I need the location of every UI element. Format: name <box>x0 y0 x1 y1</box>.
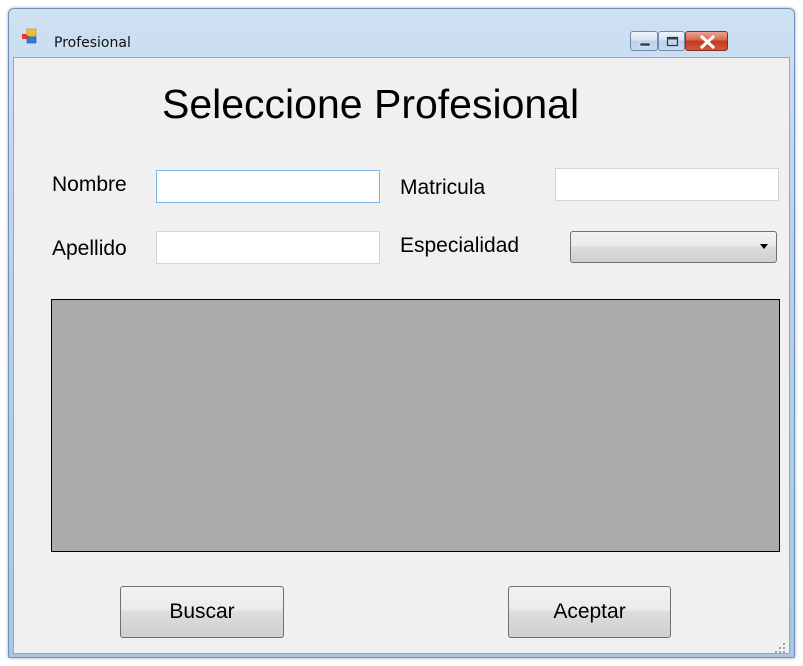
buscar-button[interactable]: Buscar <box>120 586 284 638</box>
close-button[interactable] <box>685 31 728 51</box>
maximize-button[interactable] <box>658 31 685 51</box>
results-grid[interactable] <box>51 299 780 552</box>
form-icon <box>22 28 37 44</box>
apellido-label: Apellido <box>52 237 127 260</box>
resize-grip-icon[interactable] <box>774 642 786 654</box>
minimize-icon <box>639 42 651 47</box>
especialidad-dropdown[interactable] <box>570 231 777 263</box>
nombre-input[interactable] <box>156 170 380 203</box>
especialidad-label: Especialidad <box>400 234 520 257</box>
nombre-label: Nombre <box>52 173 127 196</box>
apellido-input[interactable] <box>156 231 380 264</box>
minimize-button[interactable] <box>630 31 658 51</box>
chevron-down-icon <box>760 244 768 249</box>
matricula-label: Matricula <box>400 176 486 199</box>
close-icon <box>699 34 716 50</box>
aceptar-button[interactable]: Aceptar <box>508 586 671 638</box>
page-title: Seleccione Profesional <box>162 81 580 127</box>
matricula-input[interactable] <box>555 168 779 201</box>
window-title: Profesional <box>54 35 131 51</box>
maximize-icon <box>666 36 679 47</box>
